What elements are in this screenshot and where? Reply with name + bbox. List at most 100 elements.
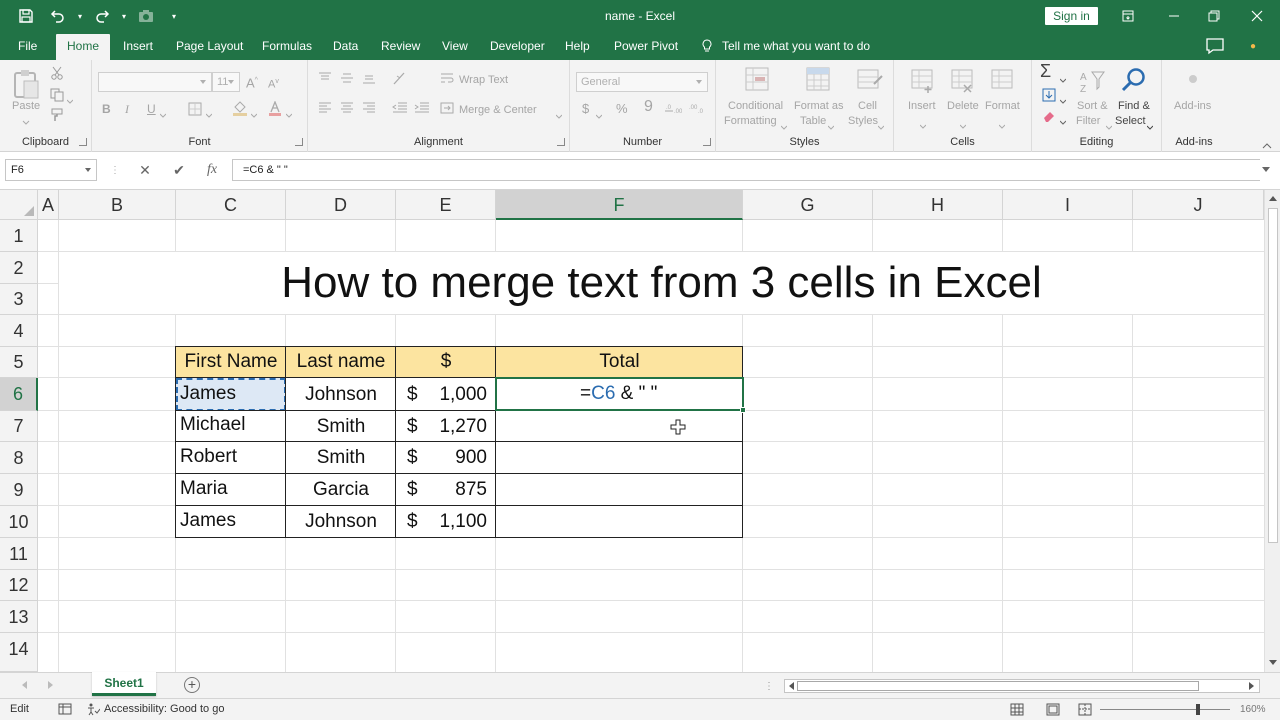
tell-me-search[interactable]: Tell me what you want to do <box>700 32 870 60</box>
percent-style-button[interactable]: % <box>616 102 628 116</box>
format-cells-dropdown-icon[interactable] <box>998 118 1006 129</box>
clear-icon[interactable] <box>1042 110 1056 122</box>
customize-qat-icon[interactable]: ▾ <box>162 0 186 32</box>
underline-dropdown-icon[interactable] <box>159 107 167 118</box>
format-as-table-label-2[interactable]: Table <box>800 114 826 128</box>
tab-insert[interactable]: Insert <box>115 32 161 60</box>
sort-filter-dropdown-icon[interactable] <box>1105 119 1113 130</box>
close-icon[interactable] <box>1234 0 1280 32</box>
font-color-icon[interactable] <box>268 100 282 116</box>
sign-in-button[interactable]: Sign in <box>1045 7 1098 25</box>
tab-developer[interactable]: Developer <box>482 32 553 60</box>
find-select-label-2[interactable]: Select <box>1115 114 1146 128</box>
formula-input[interactable]: =C6 & " " <box>232 159 1260 181</box>
tab-power-pivot[interactable]: Power Pivot <box>606 32 686 60</box>
select-all-button[interactable] <box>0 190 38 220</box>
number-format-combo[interactable]: General <box>576 72 708 92</box>
accounting-dropdown-icon[interactable] <box>595 108 603 119</box>
comments-icon[interactable] <box>1204 36 1226 56</box>
column-header-j[interactable]: J <box>1133 190 1264 220</box>
font-size-combo[interactable]: 11 <box>212 72 240 92</box>
format-cells-icon[interactable] <box>990 66 1016 94</box>
fill-color-icon[interactable] <box>232 101 248 116</box>
column-header-h[interactable]: H <box>873 190 1003 220</box>
decrease-font-icon[interactable]: Av <box>268 75 279 92</box>
cell-styles-label-1[interactable]: Cell <box>858 99 877 113</box>
align-right-icon[interactable] <box>362 102 376 114</box>
row-header-3[interactable]: 3 <box>0 284 38 315</box>
borders-dropdown-icon[interactable] <box>205 107 213 118</box>
wrap-text-label[interactable]: Wrap Text <box>459 73 508 87</box>
row-header-1[interactable]: 1 <box>0 220 38 252</box>
tab-review[interactable]: Review <box>373 32 428 60</box>
merge-center-label[interactable]: Merge & Center <box>459 103 537 117</box>
column-header-i[interactable]: I <box>1003 190 1133 220</box>
cell-styles-label-2[interactable]: Styles <box>848 114 878 128</box>
alignment-dialog-launcher[interactable] <box>557 138 565 146</box>
tab-help[interactable]: Help <box>557 32 598 60</box>
cell-edit-content[interactable]: =C6 & " " <box>580 379 657 409</box>
row-header-4[interactable]: 4 <box>0 315 38 347</box>
column-header-b[interactable]: B <box>59 190 176 220</box>
format-as-table-label-1[interactable]: Format as <box>794 99 844 113</box>
fill-color-dropdown-icon[interactable] <box>250 107 258 118</box>
delete-cells-label[interactable]: Delete <box>947 99 979 113</box>
fill-dropdown-icon[interactable] <box>1059 93 1067 104</box>
insert-function-button[interactable]: fx <box>203 161 221 179</box>
format-as-table-icon[interactable] <box>805 66 833 94</box>
column-header-c[interactable]: C <box>176 190 286 220</box>
accounting-format-button[interactable]: $ <box>582 102 589 116</box>
scroll-right-icon[interactable] <box>1249 682 1258 690</box>
zoom-level[interactable]: 160% <box>1240 704 1266 715</box>
align-center-icon[interactable] <box>340 102 354 114</box>
column-header-g[interactable]: G <box>743 190 873 220</box>
format-table-dropdown-icon[interactable] <box>827 119 835 130</box>
tab-split-handle[interactable]: ⋮ <box>764 681 774 692</box>
conditional-formatting-label-2[interactable]: Formatting <box>724 114 777 128</box>
confirm-entry-button[interactable]: ✔ <box>170 161 188 179</box>
collapse-ribbon-icon[interactable] <box>1262 138 1272 149</box>
clear-dropdown-icon[interactable] <box>1059 114 1067 125</box>
paste-label[interactable]: Paste <box>12 99 40 113</box>
scroll-down-icon[interactable] <box>1269 660 1277 669</box>
cell-styles-dropdown-icon[interactable] <box>877 119 885 130</box>
sort-filter-icon[interactable]: AZ <box>1078 68 1106 96</box>
comma-style-button[interactable]: 9 <box>644 99 653 115</box>
tab-data[interactable]: Data <box>325 32 366 60</box>
save-icon[interactable] <box>10 0 42 32</box>
italic-button[interactable]: I <box>125 102 129 116</box>
format-painter-icon[interactable] <box>50 108 64 122</box>
align-middle-icon[interactable] <box>340 72 354 84</box>
insert-cells-label[interactable]: Insert <box>908 99 936 113</box>
autosum-dropdown-icon[interactable] <box>1059 72 1067 83</box>
tab-home[interactable]: Home <box>56 34 110 60</box>
redo-dropdown-icon[interactable]: ▾ <box>118 0 130 32</box>
zoom-slider[interactable] <box>1100 709 1230 710</box>
redo-icon[interactable] <box>86 0 118 32</box>
page-layout-view-icon[interactable] <box>1046 703 1060 716</box>
fill-icon[interactable] <box>1042 88 1056 102</box>
zoom-slider-knob[interactable] <box>1196 704 1200 715</box>
insert-cells-icon[interactable] <box>910 66 936 94</box>
paste-dropdown-icon[interactable] <box>22 115 30 125</box>
scroll-up-icon[interactable] <box>1269 192 1277 201</box>
restore-icon[interactable] <box>1191 0 1237 32</box>
copy-dropdown-icon[interactable] <box>66 93 74 104</box>
vertical-scrollbar[interactable] <box>1264 190 1280 672</box>
conditional-dropdown-icon[interactable] <box>780 119 788 130</box>
bold-button[interactable]: B <box>102 102 111 116</box>
column-header-a[interactable]: A <box>38 190 59 220</box>
camera-icon[interactable] <box>130 0 162 32</box>
ribbon-display-options-icon[interactable] <box>1105 0 1151 32</box>
row-header-7[interactable]: 7 <box>0 411 38 442</box>
find-select-icon[interactable] <box>1120 66 1148 94</box>
row-header-12[interactable]: 12 <box>0 570 38 601</box>
tab-view[interactable]: View <box>434 32 476 60</box>
fill-handle[interactable] <box>740 407 746 413</box>
find-select-label-1[interactable]: Find & <box>1118 99 1150 113</box>
row-header-11[interactable]: 11 <box>0 538 38 570</box>
row-header-8[interactable]: 8 <box>0 442 38 474</box>
name-box[interactable]: F6 <box>5 159 97 181</box>
decrease-decimal-icon[interactable]: .00.0 <box>688 102 706 115</box>
font-name-combo[interactable] <box>98 72 212 92</box>
